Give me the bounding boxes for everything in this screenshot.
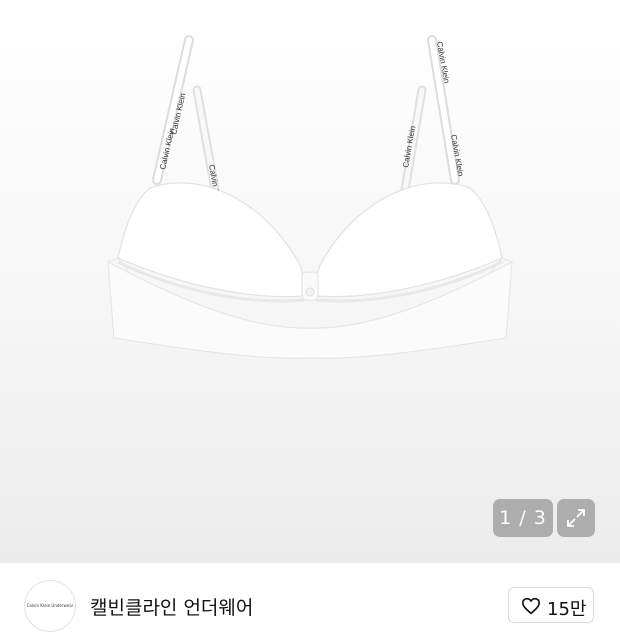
heart-icon xyxy=(521,597,540,615)
like-button[interactable]: 15만 xyxy=(508,587,594,623)
expand-button[interactable] xyxy=(557,499,595,537)
like-count: 15만 xyxy=(547,599,587,620)
brand-bar: Calvin Klein Underwear 캘빈클라인 언더웨어 15만 xyxy=(0,563,620,632)
expand-icon xyxy=(567,509,585,527)
brand-logo[interactable]: Calvin Klein Underwear xyxy=(24,580,76,632)
brand-logo-text: Calvin Klein Underwear xyxy=(26,603,74,608)
right-strap: Calvin Klein Calvin Klein Calvin Klein xyxy=(400,35,465,195)
brand-name[interactable]: 캘빈클라인 언더웨어 xyxy=(90,593,253,620)
product-image[interactable]: Calvin Klein Calvin Klein Calvin Klein C… xyxy=(0,0,620,563)
bra-body xyxy=(107,182,513,359)
image-counter: 1 / 3 xyxy=(493,499,553,537)
product-photo: Calvin Klein Calvin Klein Calvin Klein C… xyxy=(107,35,513,359)
left-strap: Calvin Klein Calvin Klein Calvin Klein xyxy=(152,35,223,207)
